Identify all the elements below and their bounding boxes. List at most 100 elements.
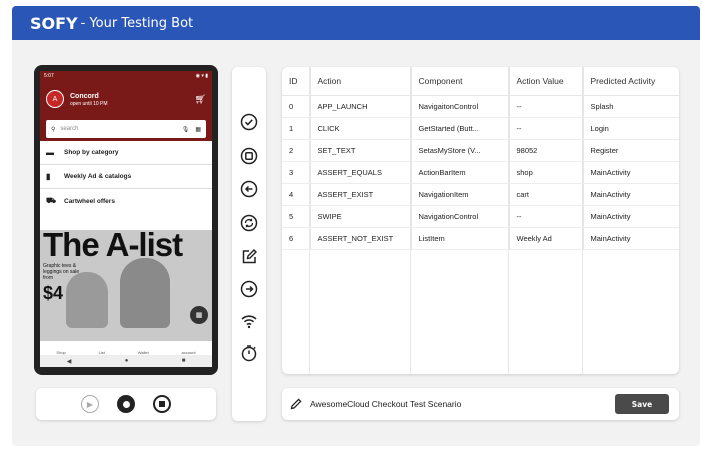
search-input[interactable]: ⚲ search 🎙︎ ▦: [46, 120, 206, 138]
cell-component: SetasMyStore (V...: [411, 139, 510, 162]
promo-text: Graphic tees & leggings on sale from: [43, 263, 80, 281]
timer-icon[interactable]: [239, 343, 259, 363]
cell-predicted-activity: Register: [583, 139, 679, 162]
bottom-nav: Shop List Wallet account: [40, 341, 212, 355]
cell-action-value: 98052: [509, 139, 584, 162]
check-circle-icon[interactable]: [239, 112, 259, 132]
cell-id: 3: [282, 161, 311, 184]
mic-icon[interactable]: 🎙︎: [182, 126, 190, 133]
cell-id: 1: [282, 117, 311, 140]
brand-logo: SOFY: [30, 13, 78, 33]
menu-item-label: Shop by category: [64, 149, 119, 156]
recents-icon[interactable]: ■: [182, 358, 186, 364]
cell-action-value: --: [509, 95, 584, 118]
store-avatar[interactable]: A: [46, 90, 64, 108]
status-icons: ◉ ▾ ▮: [195, 73, 208, 79]
table-row[interactable]: 0 APP_LAUNCH NavigaitonControl -- Splash: [282, 95, 679, 118]
menu-item-label: Cartwheel offers: [64, 197, 115, 205]
cell-action: ASSERT_EXIST: [310, 183, 412, 206]
cell-component: ListItem: [411, 227, 510, 250]
barcode-icon[interactable]: ▦: [195, 126, 201, 133]
refresh-icon[interactable]: [239, 213, 259, 233]
table-row[interactable]: 6 ASSERT_NOT_EXIST ListItem Weekly Ad Ma…: [282, 227, 679, 250]
stop-button[interactable]: [153, 395, 171, 413]
edit-icon[interactable]: [239, 247, 259, 267]
column-header-action[interactable]: Action: [310, 67, 412, 96]
column-header-id[interactable]: ID: [282, 67, 311, 96]
device-frame: 5:07 ◉ ▾ ▮ A Concord open until 10 PM 🛒︎…: [34, 65, 218, 375]
stop-square-icon[interactable]: [239, 146, 259, 166]
cell-id: 5: [282, 205, 311, 228]
cell-id: 6: [282, 227, 311, 250]
scenario-name[interactable]: AwesomeCloud Checkout Test Scenario: [310, 399, 461, 409]
tagline: - Your Testing Bot: [80, 15, 194, 31]
cell-action-value: --: [509, 205, 584, 228]
cell-component: GetStarted (Butt...: [411, 117, 510, 140]
cart-icon[interactable]: 🛒︎: [195, 94, 206, 105]
table-row[interactable]: 3 ASSERT_EQUALS ActionBarItem shop MainA…: [282, 161, 679, 184]
table-row[interactable]: 2 SET_TEXT SetasMyStore (V... 98052 Regi…: [282, 139, 679, 162]
cell-action-value: cart: [509, 183, 584, 206]
column-header-component[interactable]: Component: [411, 67, 510, 96]
cell-component: NavigaitonControl: [411, 95, 510, 118]
back-arrow-icon[interactable]: [239, 179, 259, 199]
cell-id: 2: [282, 139, 311, 162]
cell-component: NavigationControl: [411, 205, 510, 228]
cell-action: CLICK: [310, 117, 412, 140]
menu-item-shop-by-category[interactable]: ▬ Shop by category: [40, 141, 212, 165]
cell-component: ActionBarItem: [411, 161, 510, 184]
actions-table: ID Action Component Action Value Predict…: [282, 67, 679, 250]
app-header: SOFY - Your Testing Bot: [12, 6, 700, 40]
table-row[interactable]: 4 ASSERT_EXIST NavigationItem cart MainA…: [282, 183, 679, 206]
cell-action-value: --: [509, 117, 584, 140]
catalog-icon: ▮: [46, 172, 51, 181]
store-icon: ▬: [46, 148, 54, 157]
cell-id: 0: [282, 95, 311, 118]
cartwheel-icon: ⛟: [46, 196, 57, 205]
action-toolbar: [232, 67, 266, 421]
home-icon[interactable]: ●: [125, 358, 129, 364]
status-time: 5:07: [44, 73, 54, 79]
table-header-row: ID Action Component Action Value Predict…: [282, 67, 679, 96]
menu-item-label: Weekly Ad & catalogs: [64, 173, 132, 180]
cell-predicted-activity: MainActivity: [583, 161, 679, 184]
cell-id: 4: [282, 183, 311, 206]
wifi-icon[interactable]: [239, 311, 259, 331]
store-header[interactable]: A Concord open until 10 PM 🛒︎: [40, 81, 212, 117]
scan-fab-icon[interactable]: ▦: [190, 306, 208, 324]
cell-predicted-activity: MainActivity: [583, 205, 679, 228]
play-button[interactable]: ▶: [81, 395, 99, 413]
back-icon[interactable]: ◀: [67, 358, 72, 365]
save-button[interactable]: Save: [615, 394, 669, 414]
cell-predicted-activity: Login: [583, 117, 679, 140]
promo-banner[interactable]: The A-list Graphic tees & leggings on sa…: [40, 230, 212, 341]
cell-action: SWIPE: [310, 205, 412, 228]
actions-table-card: ID Action Component Action Value Predict…: [282, 67, 679, 374]
cell-predicted-activity: MainActivity: [583, 227, 679, 250]
pencil-icon[interactable]: [290, 395, 302, 414]
table-row[interactable]: 1 CLICK GetStarted (Butt... -- Login: [282, 117, 679, 140]
forward-arrow-icon[interactable]: [239, 279, 259, 299]
column-header-action-value[interactable]: Action Value: [509, 67, 584, 96]
cell-action-value: shop: [509, 161, 584, 184]
promo-model-image: [120, 258, 170, 328]
cell-action: APP_LAUNCH: [310, 95, 412, 118]
cell-action: ASSERT_NOT_EXIST: [310, 227, 412, 250]
search-icon: ⚲: [51, 126, 56, 133]
menu-item-weekly-ad[interactable]: ▮ Weekly Ad & catalogs: [40, 165, 212, 189]
store-name: Concord: [70, 92, 99, 100]
device-screen[interactable]: 5:07 ◉ ▾ ▮ A Concord open until 10 PM 🛒︎…: [40, 71, 212, 367]
record-button[interactable]: [117, 395, 135, 413]
store-hours: open until 10 PM: [70, 100, 108, 107]
table-row[interactable]: 5 SWIPE NavigationControl -- MainActivit…: [282, 205, 679, 228]
scenario-bar: AwesomeCloud Checkout Test Scenario Save: [282, 388, 679, 420]
search-row: ⚲ search 🎙︎ ▦: [40, 117, 212, 141]
cell-action: ASSERT_EQUALS: [310, 161, 412, 184]
cell-action: SET_TEXT: [310, 139, 412, 162]
playback-controls: ▶: [36, 388, 216, 420]
cell-component: NavigationItem: [411, 183, 510, 206]
cell-action-value: Weekly Ad: [509, 227, 584, 250]
menu-item-cartwheel[interactable]: ⛟ Cartwheel offers: [40, 189, 212, 213]
promo-title: The A-list: [43, 230, 183, 263]
column-header-predicted-activity[interactable]: Predicted Activity: [583, 67, 679, 96]
